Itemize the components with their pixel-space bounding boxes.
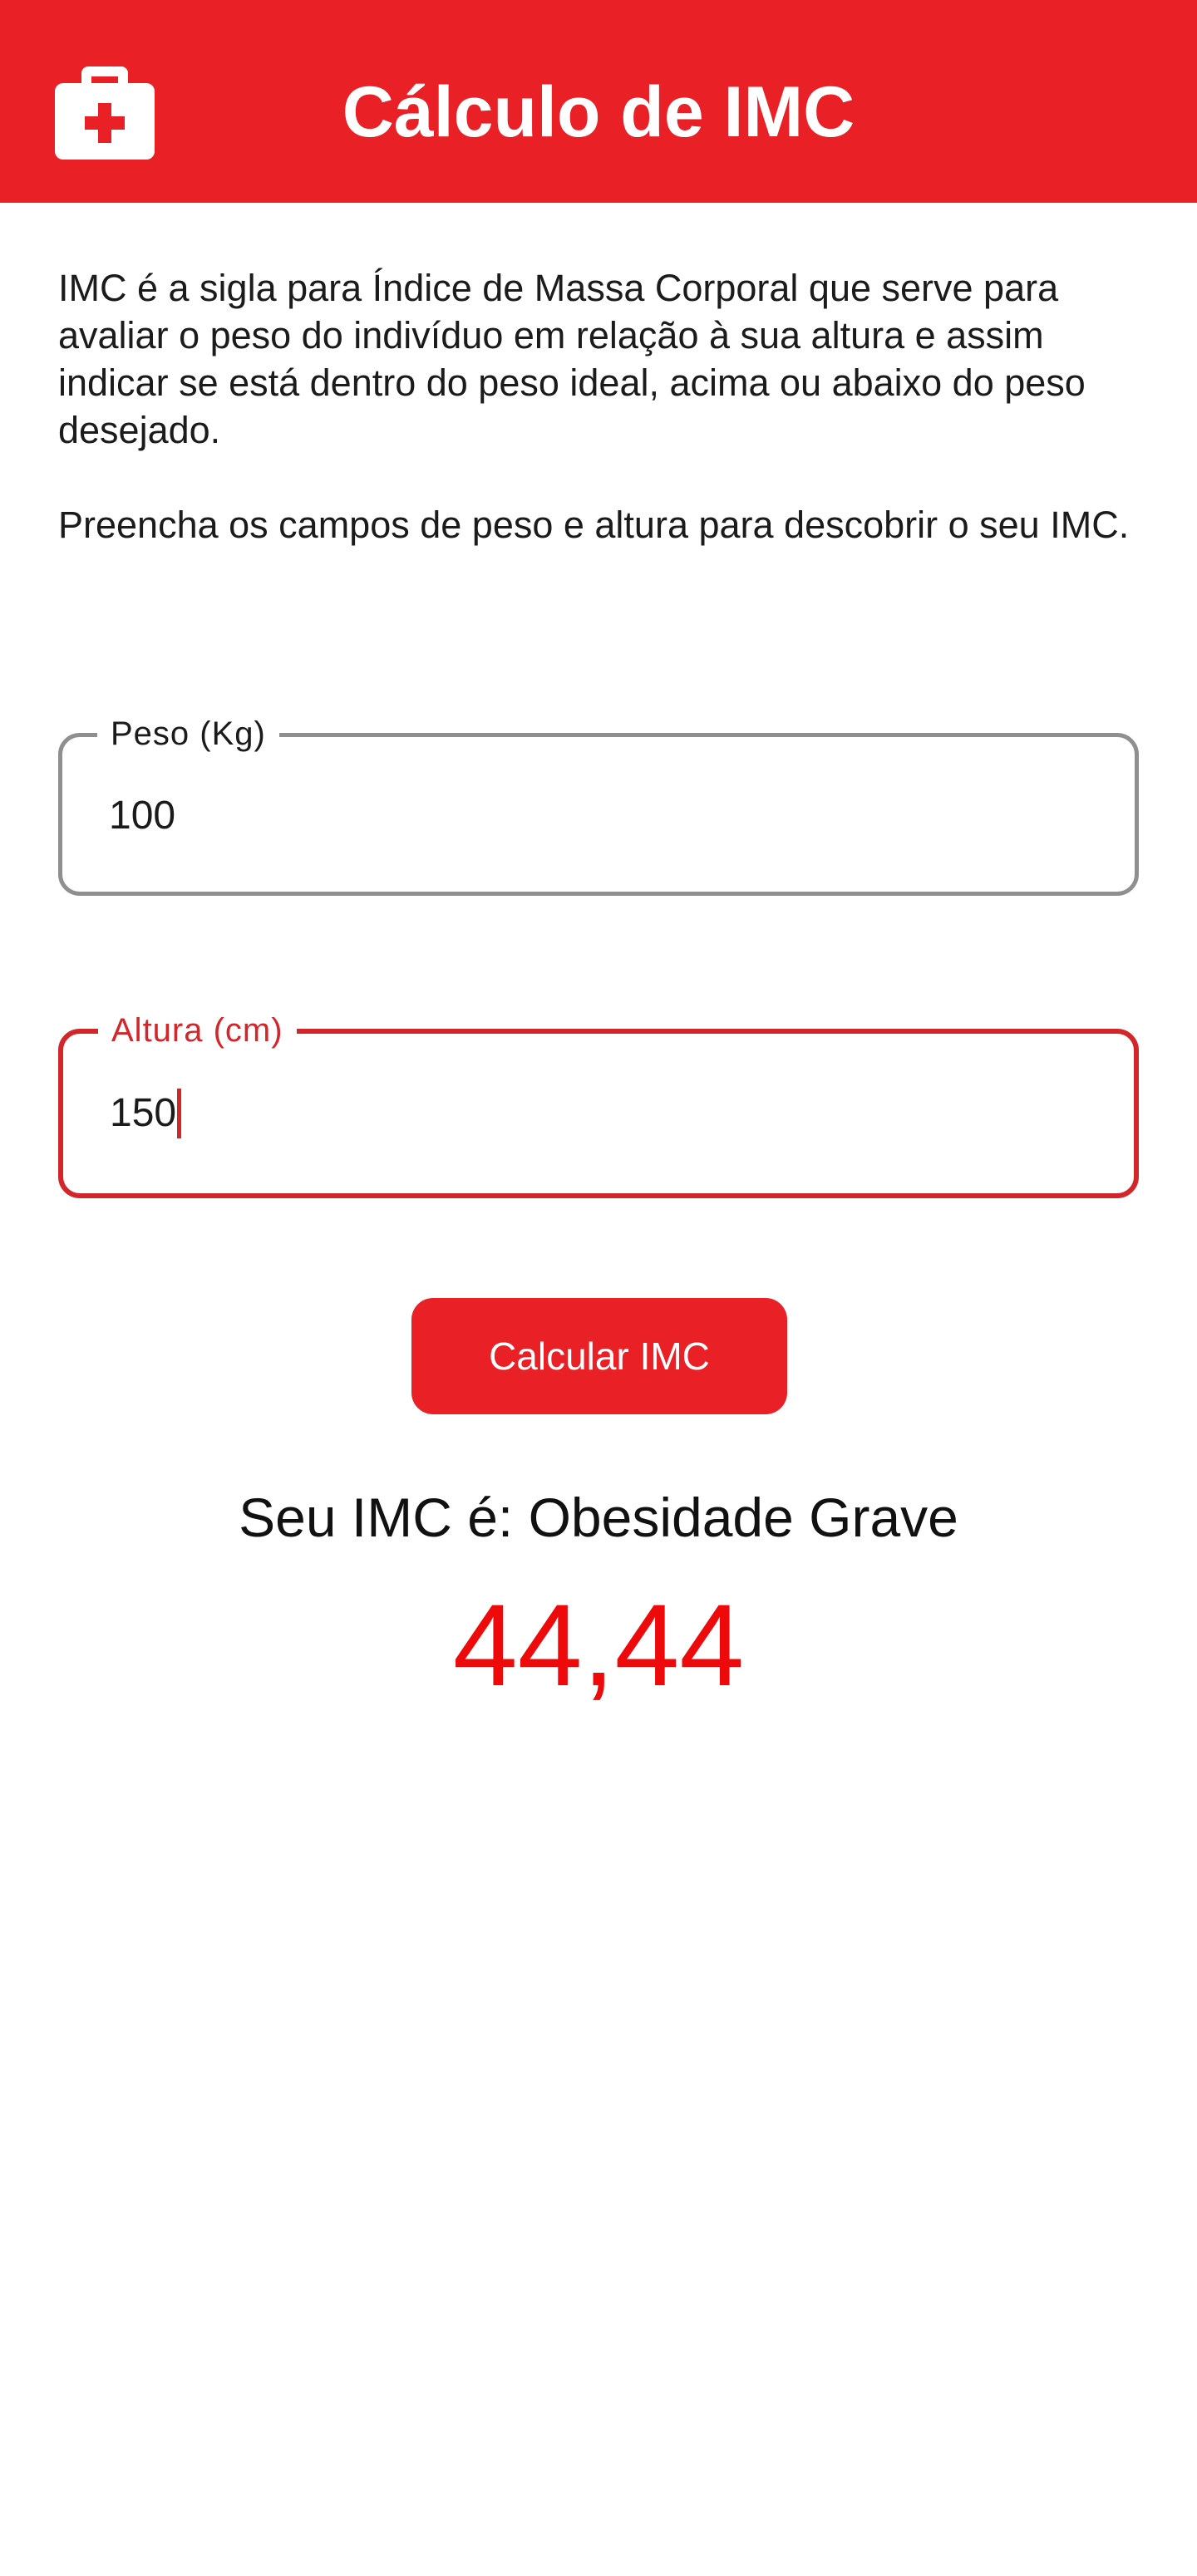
text-cursor [177, 1089, 182, 1138]
app-bar: Cálculo de IMC [0, 0, 1197, 203]
description: IMC é a sigla para Índice de Massa Corpo… [58, 264, 1147, 548]
page-title: Cálculo de IMC [342, 72, 855, 152]
weight-field-label: Peso (Kg) [97, 709, 279, 759]
weight-input[interactable]: 100 [109, 791, 175, 841]
height-field[interactable]: Altura (cm) 150 [58, 1005, 1139, 1198]
instruction-paragraph: Preencha os campos de peso e altura para… [58, 504, 1130, 546]
weight-field[interactable]: Peso (Kg) 100 [58, 709, 1139, 896]
result-label: Seu IMC é: Obesidade Grave [239, 1487, 958, 1548]
height-input[interactable]: 150 [110, 1089, 182, 1138]
height-field-label: Altura (cm) [98, 1005, 297, 1055]
description-paragraph: IMC é a sigla para Índice de Massa Corpo… [58, 267, 1086, 451]
height-input-text: 150 [110, 1091, 177, 1135]
result-value: 44,44 [452, 1580, 745, 1710]
calculate-button[interactable]: Calcular IMC [411, 1298, 787, 1414]
